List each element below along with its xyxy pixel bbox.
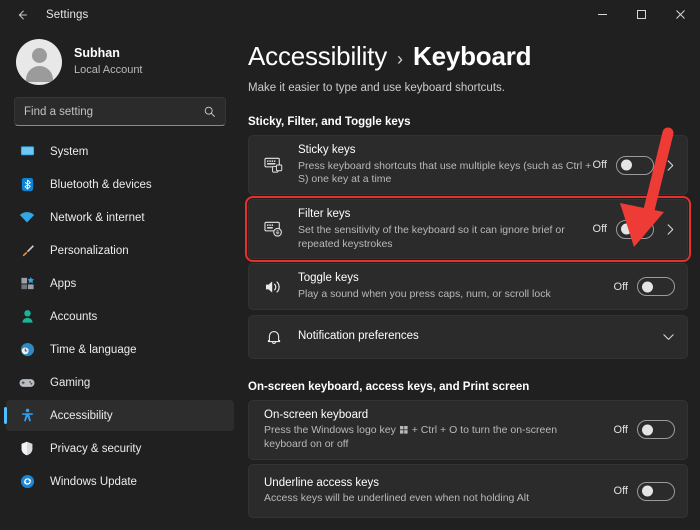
setting-description: Access keys will be underlined even when… — [264, 492, 529, 505]
setting-description: Set the sensitivity of the keyboard so i… — [298, 223, 565, 250]
window-controls — [583, 0, 700, 29]
setting-title: Filter keys — [298, 208, 351, 221]
bell-icon — [262, 328, 286, 346]
setting-title: Toggle keys — [298, 272, 359, 285]
avatar — [16, 39, 62, 85]
sidebar-item-accounts[interactable]: Accounts — [6, 301, 234, 332]
chevron-right-icon[interactable] — [665, 159, 675, 172]
sidebar: Subhan Local Account Find a setting Syst… — [0, 29, 240, 530]
toggle-state-label: Off — [613, 280, 628, 293]
chevron-right-icon[interactable] — [665, 223, 675, 236]
chevron-down-icon[interactable] — [662, 332, 675, 342]
toggle-state-label: Off — [613, 423, 628, 436]
search-wrapper — [0, 95, 240, 136]
setting-row-on-screen-keyboard[interactable]: On-screen keyboard Press the Windows log… — [248, 399, 688, 461]
toggle-keys-toggle[interactable] — [637, 277, 675, 297]
speaker-icon — [262, 278, 286, 296]
sidebar-item-label: Gaming — [50, 376, 91, 389]
maximize-button[interactable] — [622, 0, 661, 29]
account-block[interactable]: Subhan Local Account — [0, 31, 240, 95]
sidebar-item-accessibility[interactable]: Accessibility — [4, 400, 234, 431]
search-icon — [203, 105, 216, 118]
clock-icon — [18, 341, 36, 359]
window-title: Settings — [46, 8, 89, 21]
setting-row-sticky-keys[interactable]: Sticky keys Press keyboard shortcuts tha… — [248, 135, 688, 196]
setting-row-notification-preferences[interactable]: Notification preferences — [248, 314, 688, 359]
page-subtitle: Make it easier to type and use keyboard … — [248, 82, 505, 94]
windows-logo-key-icon — [399, 425, 408, 434]
setting-title: Underline access keys — [264, 476, 380, 489]
paintbrush-icon — [18, 242, 36, 260]
sidebar-item-bluetooth-devices[interactable]: Bluetooth & devices — [6, 169, 234, 200]
setting-description: Press the Windows logo key + Ctrl + O to… — [264, 424, 564, 452]
gamepad-icon — [18, 374, 36, 392]
setting-title: Notification preferences — [298, 330, 419, 343]
sidebar-item-system[interactable]: System — [6, 136, 234, 167]
sidebar-item-label: Accounts — [50, 310, 98, 323]
display-icon — [18, 143, 36, 161]
bluetooth-icon — [18, 176, 36, 194]
toggle-state-label: Off — [592, 159, 607, 172]
sidebar-item-label: Apps — [50, 277, 77, 290]
sidebar-nav: System Bluetooth & devices Network & int… — [0, 136, 240, 530]
setting-description: Play a sound when you press caps, num, o… — [298, 287, 551, 300]
account-type: Local Account — [74, 63, 143, 76]
sidebar-item-label: Accessibility — [50, 409, 113, 422]
setting-row-filter-keys[interactable]: Filter keys Set the sensitivity of the k… — [245, 196, 691, 263]
sidebar-item-personalization[interactable]: Personalization — [6, 235, 234, 266]
underline-access-keys-toggle[interactable] — [637, 481, 675, 501]
sidebar-item-label: Bluetooth & devices — [50, 178, 152, 191]
sidebar-item-label: Privacy & security — [50, 442, 142, 455]
sidebar-item-windows-update[interactable]: Windows Update — [6, 466, 234, 497]
minimize-button[interactable] — [583, 0, 622, 29]
wifi-icon — [18, 209, 36, 227]
sidebar-item-privacy-security[interactable]: Privacy & security — [6, 433, 234, 464]
filter-keys-toggle[interactable] — [616, 219, 654, 239]
on-screen-keyboard-toggle[interactable] — [637, 420, 675, 440]
account-name: Subhan — [74, 46, 120, 61]
chevron-right-icon: › — [397, 49, 403, 69]
sidebar-item-label: System — [50, 145, 89, 158]
setting-row-toggle-keys[interactable]: Toggle keys Play a sound when you press … — [248, 263, 688, 310]
toggle-state-label: Off — [592, 223, 607, 236]
sidebar-item-apps[interactable]: Apps — [6, 268, 234, 299]
sidebar-item-label: Windows Update — [50, 475, 137, 488]
update-icon — [18, 473, 36, 491]
account-icon — [18, 308, 36, 326]
keyboard-sticky-icon — [262, 156, 286, 174]
sidebar-item-gaming[interactable]: Gaming — [6, 367, 234, 398]
toggle-state-label: Off — [613, 485, 628, 498]
setting-description: Press keyboard shortcuts that use multip… — [298, 159, 592, 186]
setting-description-pre: Press the Windows logo key — [264, 424, 399, 437]
apps-icon — [18, 275, 36, 293]
search-input[interactable] — [24, 105, 203, 118]
sidebar-item-network-internet[interactable]: Network & internet — [6, 202, 234, 233]
sidebar-item-label: Time & language — [50, 343, 137, 356]
breadcrumb: Accessibility › Keyboard — [248, 41, 688, 72]
sticky-keys-toggle[interactable] — [616, 155, 654, 175]
sidebar-item-label: Personalization — [50, 244, 129, 257]
setting-row-underline-access-keys[interactable]: Underline access keys Access keys will b… — [248, 464, 688, 519]
settings-window: Settings Subhan Local Account Find a set… — [0, 0, 700, 530]
accessibility-icon — [18, 407, 36, 425]
setting-title: Sticky keys — [298, 144, 356, 156]
keyboard-filter-icon — [262, 220, 286, 238]
close-button[interactable] — [661, 0, 700, 29]
breadcrumb-parent[interactable]: Accessibility — [248, 41, 387, 72]
setting-title: On-screen keyboard — [264, 408, 369, 421]
sidebar-item-time-language[interactable]: Time & language — [6, 334, 234, 365]
search-box[interactable] — [14, 97, 226, 126]
title-bar: Settings — [0, 0, 700, 29]
main-content: Accessibility › Keyboard Make it easier … — [240, 29, 700, 530]
section-heading-onscreen-keyboard: On-screen keyboard, access keys, and Pri… — [248, 380, 530, 393]
shield-icon — [18, 440, 36, 458]
page-title: Keyboard — [413, 41, 532, 71]
sidebar-item-label: Network & internet — [50, 211, 145, 224]
section-heading-sticky-filter-toggle: Sticky, Filter, and Toggle keys — [248, 116, 411, 128]
window-body: Subhan Local Account Find a setting Syst… — [0, 29, 700, 530]
back-button[interactable] — [6, 0, 38, 29]
